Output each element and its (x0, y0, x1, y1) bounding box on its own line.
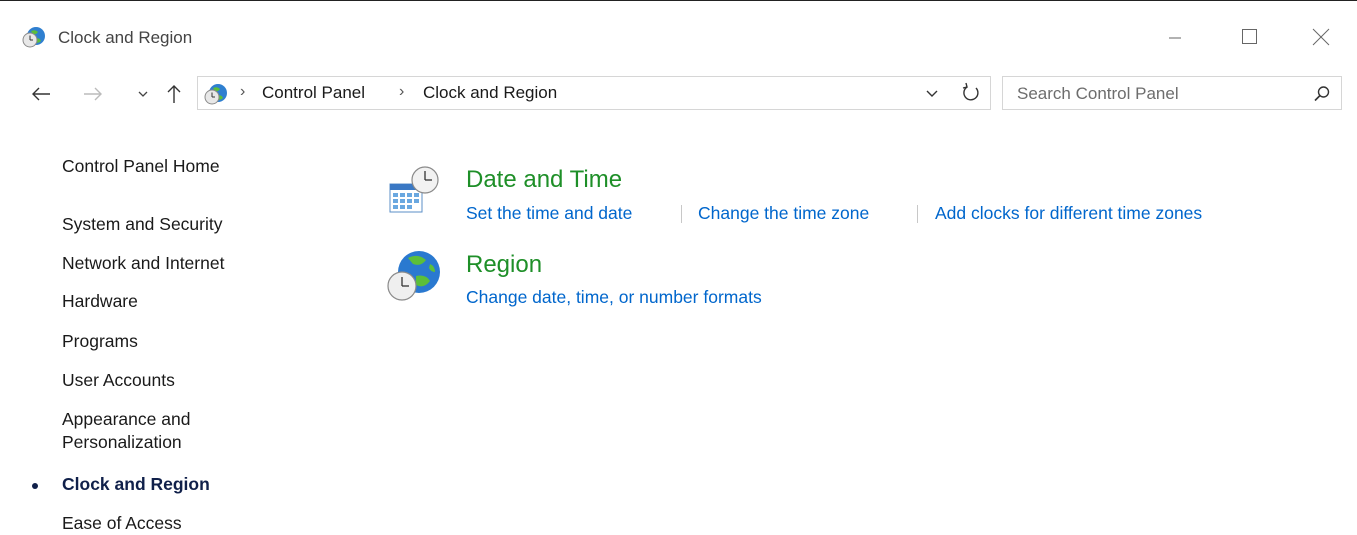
arrow-up-icon (167, 85, 181, 103)
breadcrumb-separator[interactable]: › (399, 83, 404, 101)
task-set-time-date[interactable]: Set the time and date (466, 203, 632, 224)
maximize-button[interactable] (1225, 21, 1271, 55)
task-separator (681, 205, 682, 223)
recent-locations-button[interactable] (133, 80, 153, 108)
address-dropdown-icon[interactable] (925, 83, 939, 103)
breadcrumb-clock-region[interactable]: Clock and Region (423, 83, 557, 103)
category-region[interactable]: Region (466, 251, 542, 279)
back-button[interactable] (28, 80, 54, 108)
refresh-icon[interactable] (953, 78, 988, 108)
clock-region-app-icon (22, 27, 45, 48)
sidebar-item-network-internet[interactable]: Network and Internet (62, 252, 224, 275)
search-icon[interactable] (1313, 85, 1331, 103)
task-change-formats[interactable]: Change date, time, or number formats (466, 287, 762, 308)
category-date-and-time[interactable]: Date and Time (466, 166, 622, 194)
current-item-bullet (32, 483, 38, 489)
chevron-down-icon (138, 91, 148, 97)
window-title: Clock and Region (58, 28, 193, 47)
search-box[interactable]: Search Control Panel (1002, 76, 1342, 110)
minimize-button[interactable] (1152, 21, 1198, 55)
breadcrumb-control-panel[interactable]: Control Panel (262, 83, 365, 103)
sidebar-item-user-accounts[interactable]: User Accounts (62, 369, 175, 392)
sidebar-item-clock-region[interactable]: Clock and Region (62, 473, 210, 496)
address-bar[interactable]: › Control Panel › Clock and Region (197, 76, 991, 110)
date-time-icon (389, 166, 439, 213)
sidebar-item-appearance-personalization[interactable]: Appearance and Personalization (62, 408, 190, 454)
region-globe-icon (387, 251, 440, 301)
sidebar-item-label: Appearance and (62, 409, 191, 429)
sidebar-item-label: Personalization (62, 432, 182, 452)
task-change-time-zone[interactable]: Change the time zone (698, 203, 869, 224)
control-panel-icon (204, 84, 227, 105)
forward-button[interactable] (80, 80, 106, 108)
title-bar: Clock and Region (0, 1, 1357, 61)
close-button[interactable] (1297, 21, 1343, 55)
sidebar-item-control-panel-home[interactable]: Control Panel Home (62, 155, 220, 178)
sidebar-item-hardware[interactable]: Hardware (62, 290, 138, 313)
sidebar-item-programs[interactable]: Programs (62, 330, 138, 353)
sidebar-item-system-security[interactable]: System and Security (62, 213, 222, 236)
task-separator (917, 205, 918, 223)
arrow-left-icon (32, 87, 50, 101)
search-input[interactable]: Search Control Panel (1017, 84, 1179, 104)
sidebar-item-ease-of-access[interactable]: Ease of Access (62, 512, 182, 535)
up-button[interactable] (162, 80, 186, 108)
task-add-clocks[interactable]: Add clocks for different time zones (935, 203, 1202, 224)
breadcrumb-separator[interactable]: › (240, 83, 245, 101)
arrow-right-icon (84, 87, 102, 101)
